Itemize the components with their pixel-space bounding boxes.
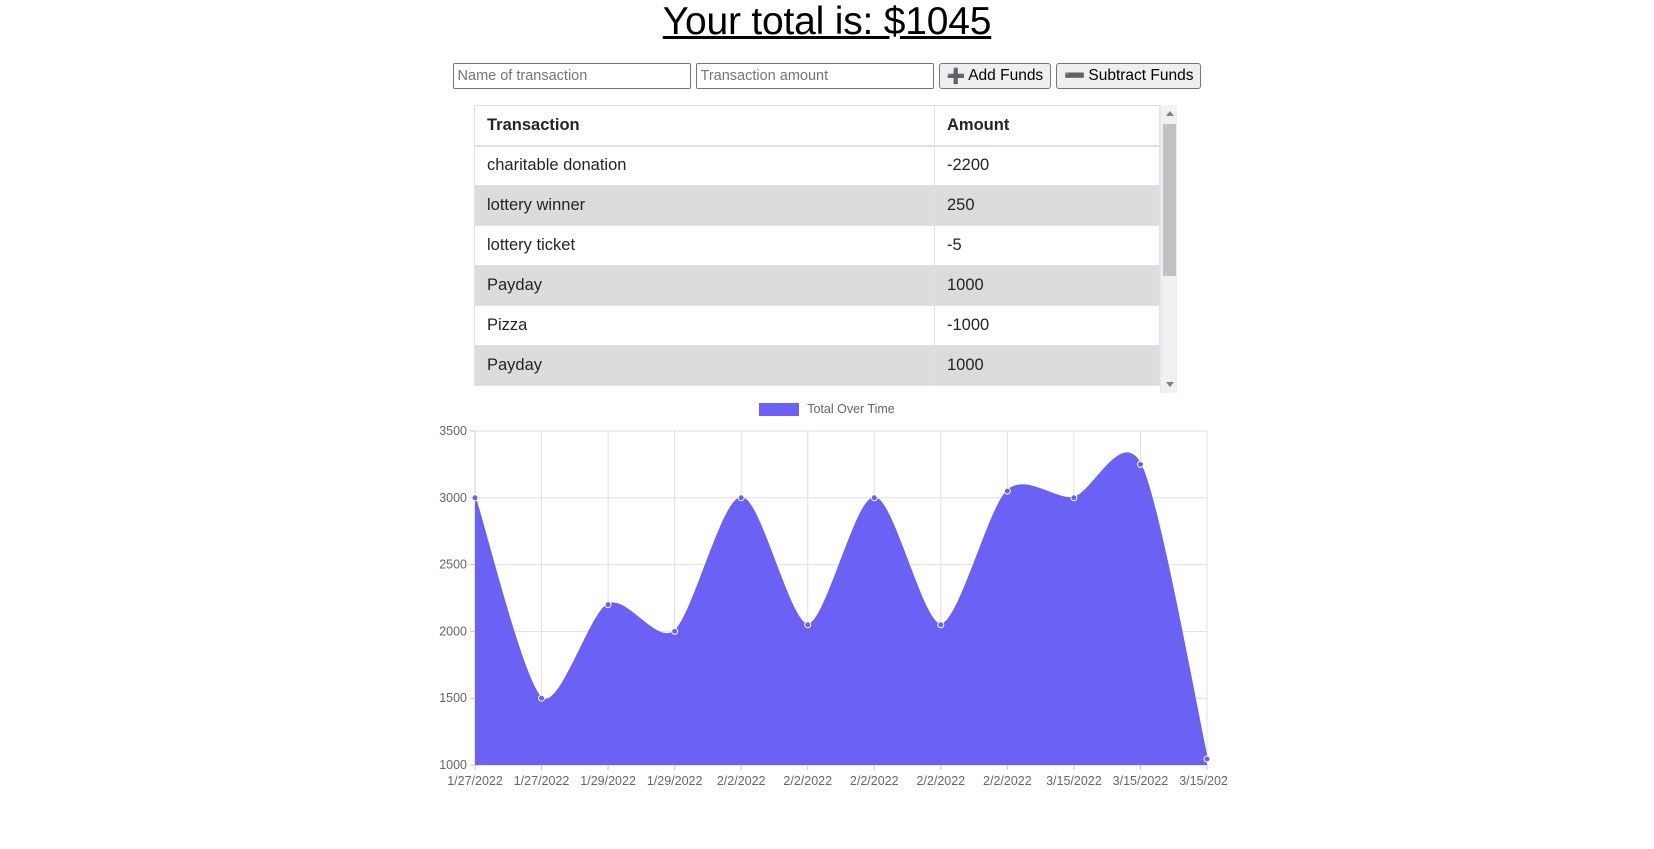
y-axis-label: 1500 [439,691,467,705]
add-funds-button[interactable]: ➕ Add Funds [938,63,1052,89]
x-axis-label: 2/2/2022 [717,774,766,788]
data-point[interactable] [471,494,479,502]
x-axis-label: 2/2/2022 [783,774,832,788]
add-funds-label: Add Funds [968,67,1044,85]
y-axis-label: 2000 [439,624,467,638]
x-axis-label: 1/27/2022 [514,774,570,788]
page-title: Your total is: $1045 [662,0,992,43]
table-header-row: Transaction Amount [474,105,1160,147]
y-axis-label: 1000 [439,758,467,772]
minus-icon: ➖ [1064,65,1086,85]
x-axis-label: 2/2/2022 [850,774,899,788]
column-header-amount: Amount [934,105,1160,147]
data-point[interactable] [1136,460,1144,468]
scrollbar-thumb[interactable] [1163,124,1176,276]
table-row: Payday 1000 [474,265,1160,306]
scroll-up-arrow-icon[interactable] [1161,105,1178,122]
x-axis-label: 3/15/2022 [1046,774,1102,788]
chart-legend[interactable]: Total Over Time [427,399,1227,419]
transaction-name-input[interactable] [452,63,691,89]
cell-transaction: Payday [474,265,935,306]
x-axis-label: 2/2/2022 [916,774,965,788]
x-axis-label: 2/2/2022 [983,774,1032,788]
legend-swatch-icon [759,402,800,416]
transactions-table: Transaction Amount charitable donation -2… [474,105,1160,386]
data-point[interactable] [737,494,745,502]
cell-amount: 250 [934,185,1160,226]
table-row: Pizza -1000 [474,305,1160,346]
y-axis-label: 3000 [439,491,467,505]
cell-transaction: Pizza [474,305,935,346]
total-over-time-chart: Total Over Time 1000 1500 2000 2500 3000 3500… [427,399,1227,803]
cell-amount: -2200 [934,145,1160,186]
table-row: lottery winner 250 [474,185,1160,226]
data-point[interactable] [1203,755,1211,763]
transactions-table-container: Transaction Amount charitable donation -2… [474,105,1180,393]
plus-icon: ➕ [946,67,966,85]
chart-area-fill [475,453,1207,765]
cell-amount: -5 [934,225,1160,266]
legend-label: Total Over Time [807,402,895,416]
table-body: charitable donation -2200 lottery winner 25… [474,145,1160,386]
transactions-scroll-area[interactable]: Transaction Amount charitable donation -2… [474,105,1160,393]
budget-tracker-page: Your total is: $1045 ➕ Add Funds ➖ Subtr… [0,0,1654,849]
y-axis-label: 3500 [439,424,467,438]
data-point[interactable] [538,694,546,702]
subtract-funds-label: Subtract Funds [1088,67,1194,85]
data-point[interactable] [604,601,612,609]
chart-svg: 1000 1500 2000 2500 3000 3500 1/27/2022 1/27/20… [439,424,1227,788]
cell-transaction: lottery ticket [474,225,935,266]
x-axis-label: 3/15/2022 [1113,774,1169,788]
data-point[interactable] [1070,494,1078,502]
x-axis-label: 1/29/2022 [647,774,703,788]
cell-amount: 1000 [934,265,1160,306]
data-point[interactable] [804,621,812,629]
cell-transaction: charitable donation [474,145,935,186]
transaction-amount-input[interactable] [695,63,934,89]
cell-transaction: lottery winner [474,185,935,226]
cell-transaction: Payday [474,345,935,386]
data-point[interactable] [870,494,878,502]
column-header-transaction: Transaction [474,105,935,147]
data-point[interactable] [937,621,945,629]
chart-plot-area: 1000 1500 2000 2500 3000 3500 1/27/2022 1/27/20… [427,423,1227,803]
table-scrollbar[interactable] [1160,105,1177,393]
transaction-form: ➕ Add Funds ➖ Subtract Funds [0,63,1654,89]
scroll-down-arrow-icon[interactable] [1161,376,1178,393]
x-axis-label: 1/29/2022 [580,774,636,788]
cell-amount: 1000 [934,345,1160,386]
table-head: Transaction Amount [474,105,1160,147]
y-axis-label: 2500 [439,558,467,572]
cell-amount: -1000 [934,305,1160,346]
data-point[interactable] [1003,487,1011,495]
x-axis-label: 1/27/2022 [447,774,503,788]
table-row: charitable donation -2200 [474,145,1160,186]
table-row: lottery ticket -5 [474,225,1160,266]
table-row: Payday 1000 [474,345,1160,386]
subtract-funds-button[interactable]: ➖ Subtract Funds [1056,63,1202,89]
data-point[interactable] [671,627,679,635]
x-axis-label: 3/15/2022 [1179,774,1227,788]
